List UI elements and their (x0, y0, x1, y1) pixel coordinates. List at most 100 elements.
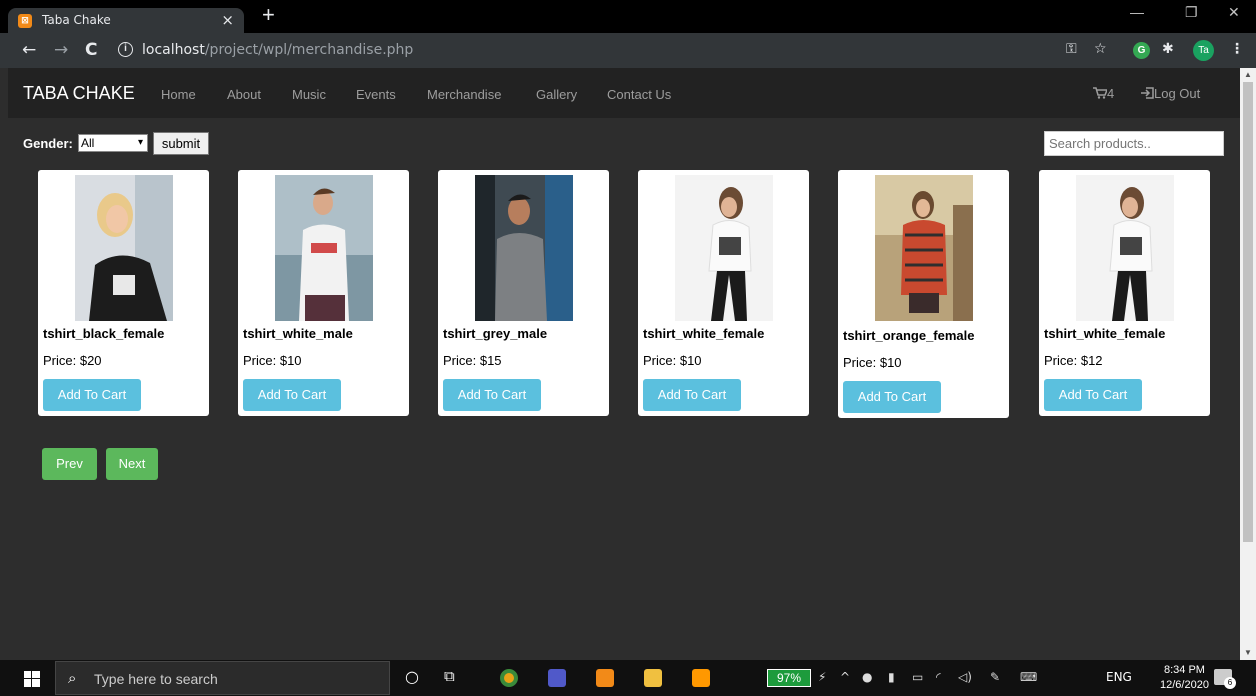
add-to-cart-button[interactable]: Add To Cart (1044, 379, 1142, 411)
notification-center-icon[interactable]: 6 (1214, 669, 1236, 689)
product-name: tshirt_grey_male (443, 326, 548, 341)
gender-select[interactable]: All ▾ (78, 134, 148, 152)
file-explorer-icon[interactable] (644, 669, 662, 687)
teams-icon[interactable] (548, 669, 566, 687)
nav-merchandise[interactable]: Merchandise (427, 87, 501, 102)
cart-link[interactable]: 4 (1093, 86, 1114, 101)
cortana-icon[interactable]: ○ (405, 667, 419, 686)
add-to-cart-button[interactable]: Add To Cart (243, 379, 341, 411)
reload-icon[interactable]: C (85, 40, 97, 60)
minimize-icon[interactable]: — (1130, 4, 1144, 20)
product-name: tshirt_black_female (43, 326, 165, 341)
gender-selected-value: All (81, 136, 95, 150)
pen-icon[interactable]: ✎ (990, 670, 1000, 684)
sublime-text-icon[interactable] (692, 669, 710, 687)
nav-music[interactable]: Music (292, 87, 326, 102)
close-window-icon[interactable]: ✕ (1228, 4, 1240, 21)
product-price: Price: $10 (843, 355, 902, 370)
restore-icon[interactable]: ❐ (1185, 4, 1198, 21)
chevron-down-icon: ▾ (137, 137, 143, 148)
star-icon[interactable]: ☆ (1094, 41, 1107, 57)
xampp-favicon-icon: ⊠ (18, 14, 32, 28)
gender-label: Gender: (23, 136, 73, 151)
browser-tab-bar: ⊠ Taba Chake × + — ❐ ✕ (0, 0, 1256, 33)
logout-link[interactable]: Log Out (1141, 86, 1200, 101)
product-name: tshirt_orange_female (843, 328, 975, 343)
product-image[interactable] (1076, 175, 1174, 321)
product-image[interactable] (75, 175, 173, 321)
forward-icon[interactable]: → (54, 40, 68, 60)
site-info-icon[interactable]: i (118, 42, 133, 57)
new-tab-icon[interactable]: + (262, 4, 275, 26)
profile-avatar[interactable]: Ta (1193, 40, 1214, 61)
clock-time: 8:34 PM (1163, 664, 1205, 676)
grammarly-extension-icon[interactable]: G (1133, 42, 1150, 59)
product-card: tshirt_white_female Price: $12 Add To Ca… (1039, 170, 1210, 416)
next-button[interactable]: Next (106, 448, 158, 480)
product-image[interactable] (475, 175, 573, 321)
product-image[interactable] (875, 175, 973, 321)
url-field[interactable]: i localhost/project/wpl/merchandise.php (112, 38, 1058, 63)
product-image[interactable] (275, 175, 373, 321)
logout-icon (1141, 87, 1154, 99)
add-to-cart-button[interactable]: Add To Cart (843, 381, 941, 413)
scroll-up-icon[interactable]: ▲ (1244, 70, 1252, 79)
brand-logo[interactable]: TABA CHAKE (23, 83, 135, 104)
windows-taskbar: ⌕ Type here to search ○ ⧉ 97% ⚡ ^ ● ▮ ▭ … (0, 660, 1256, 696)
cart-icon (1093, 87, 1109, 99)
product-price: Price: $10 (643, 353, 702, 368)
url-host: localhost (142, 42, 205, 58)
power-plug-icon[interactable]: ⚡ (818, 670, 826, 684)
product-price: Price: $12 (1044, 353, 1103, 368)
language-indicator[interactable]: ENG (1106, 670, 1132, 684)
back-icon[interactable]: ← (22, 40, 36, 60)
menu-dots-icon[interactable]: ⋮ (1230, 41, 1244, 57)
submit-button[interactable]: submit (153, 132, 209, 155)
product-card: tshirt_black_female Price: $20 Add To Ca… (38, 170, 209, 416)
extensions-puzzle-icon[interactable]: ✱ (1162, 41, 1174, 57)
key-icon[interactable]: ⚿ (1066, 41, 1077, 57)
product-image[interactable] (675, 175, 773, 321)
product-price: Price: $10 (243, 353, 302, 368)
scrollbar-thumb[interactable] (1243, 82, 1253, 542)
url-text: localhost/project/wpl/merchandise.php (142, 42, 413, 58)
chevron-up-icon[interactable]: ^ (840, 670, 850, 684)
page-scrollbar[interactable]: ▲ ▼ (1240, 68, 1256, 660)
add-to-cart-button[interactable]: Add To Cart (443, 379, 541, 411)
nav-contact-us[interactable]: Contact Us (607, 87, 671, 102)
nav-gallery[interactable]: Gallery (536, 87, 577, 102)
battery-tray-icon[interactable]: ▭ (912, 670, 923, 684)
microphone-icon[interactable]: ▮ (888, 670, 895, 684)
scroll-down-icon[interactable]: ▼ (1244, 648, 1252, 657)
product-name: tshirt_white_female (1044, 326, 1166, 341)
battery-indicator[interactable]: 97% (767, 669, 811, 687)
add-to-cart-button[interactable]: Add To Cart (43, 379, 141, 411)
site-navbar: TABA CHAKE Home About Music Events Merch… (8, 68, 1240, 118)
keyboard-icon[interactable]: ⌨ (1020, 670, 1037, 684)
chrome-icon[interactable] (500, 669, 518, 687)
tab-close-icon[interactable]: × (221, 11, 234, 29)
nav-events[interactable]: Events (356, 87, 396, 102)
clock[interactable]: 8:34 PM 12/6/2020 (1160, 663, 1209, 693)
logout-label: Log Out (1154, 86, 1201, 101)
volume-icon[interactable]: ◁) (958, 670, 972, 684)
xampp-icon[interactable] (596, 669, 614, 687)
taskbar-search-input[interactable]: ⌕ Type here to search (55, 661, 390, 695)
nav-home[interactable]: Home (161, 87, 196, 102)
nav-about[interactable]: About (227, 87, 261, 102)
product-card: tshirt_orange_female Price: $10 Add To C… (838, 170, 1009, 418)
product-card: tshirt_white_male Price: $10 Add To Cart (238, 170, 409, 416)
task-view-icon[interactable]: ⧉ (444, 667, 455, 685)
prev-button[interactable]: Prev (42, 448, 97, 480)
windows-start-icon[interactable] (24, 671, 40, 687)
add-to-cart-button[interactable]: Add To Cart (643, 379, 741, 411)
url-path: /project/wpl/merchandise.php (204, 42, 414, 58)
product-card: tshirt_grey_male Price: $15 Add To Cart (438, 170, 609, 416)
search-icon: ⌕ (68, 669, 77, 687)
browser-tab[interactable]: ⊠ Taba Chake × (8, 8, 244, 33)
search-products-input[interactable]: Search products.. (1044, 131, 1224, 156)
tab-title: Taba Chake (42, 13, 111, 27)
wifi-icon[interactable]: ◜ (936, 670, 941, 684)
tray-app-icon[interactable]: ● (862, 670, 872, 684)
cart-count: 4 (1107, 86, 1115, 101)
